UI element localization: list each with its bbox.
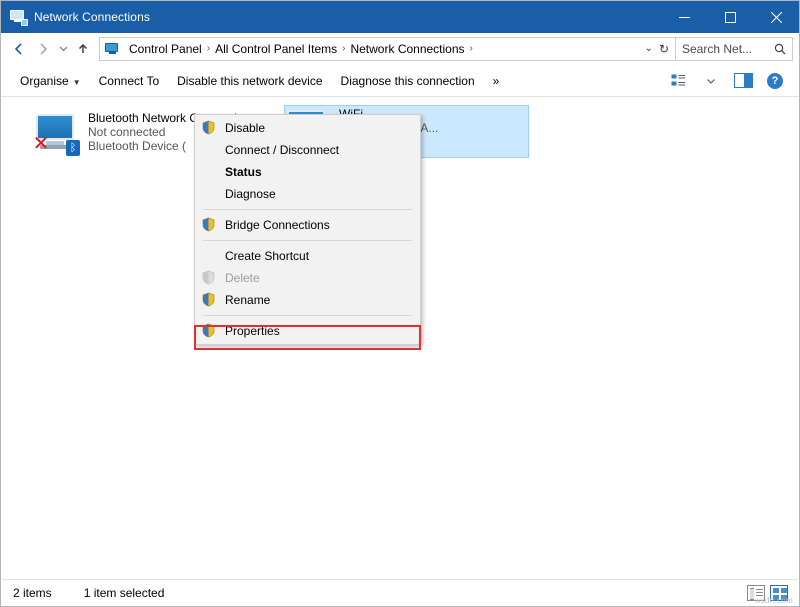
status-bar: 2 items 1 item selected [2,579,798,605]
network-connections-window: Network Connections [0,0,800,607]
context-menu-item-label: Status [225,165,262,179]
menu-separator [203,209,412,210]
breadcrumb-item-2[interactable]: Network Connections [346,42,468,56]
view-dropdown-icon[interactable] [697,70,725,92]
shield-icon [201,120,219,136]
help-label: ? [767,73,783,89]
network-connections-icon [10,9,26,25]
context-menu-item-bridge-connections[interactable]: Bridge Connections [195,214,420,236]
help-button[interactable]: ? [761,70,789,92]
shield-icon [201,270,219,286]
breadcrumb-item-0[interactable]: Control Panel [125,42,206,56]
menu-separator [203,315,412,316]
command-bar: Organise ▼ Connect To Disable this networ… [1,65,799,97]
preview-pane-icon[interactable] [729,70,757,92]
change-view-icon[interactable] [665,70,693,92]
back-button[interactable] [7,37,31,61]
context-menu: Disable Connect / Disconnect Status Diag… [194,114,421,345]
properties-highlight-box [194,325,421,350]
context-menu-item-label: Delete [225,271,260,285]
search-icon [774,43,786,55]
watermark: wsdn.com [755,596,793,605]
menu-separator [203,240,412,241]
title-bar: Network Connections [1,1,799,33]
organise-button[interactable]: Organise ▼ [11,69,90,93]
close-button[interactable] [753,1,799,33]
refresh-icon[interactable]: ↻ [659,42,675,56]
maximize-button[interactable] [707,1,753,33]
breadcrumb-separator-icon: › [469,43,474,54]
context-menu-item-label: Create Shortcut [225,249,309,263]
context-menu-item-label: Rename [225,293,270,307]
disable-network-device-button[interactable]: Disable this network device [168,69,331,93]
context-menu-item-label: Disable [225,121,265,135]
window-title: Network Connections [34,10,150,24]
breadcrumb-item-1[interactable]: All Control Panel Items [211,42,341,56]
forward-button[interactable] [31,37,55,61]
search-placeholder: Search Net... [682,42,752,56]
connect-to-button[interactable]: Connect To [90,69,169,93]
context-menu-item-rename[interactable]: Rename [195,289,420,311]
chevron-down-icon: ▼ [73,78,81,87]
diagnose-connection-button[interactable]: Diagnose this connection [332,69,484,93]
connections-list: ✕ ᛒ Bluetooth Network Connection Not con… [2,100,798,579]
command-bar-right: ? [665,70,799,92]
selection-label: 1 item selected [52,586,165,600]
context-menu-item-label: Bridge Connections [225,218,330,232]
more-commands-button[interactable]: » [484,69,509,93]
context-menu-item-delete: Delete [195,267,420,289]
context-menu-item-label: Connect / Disconnect [225,143,339,157]
bluetooth-badge-icon: ᛒ [66,140,80,156]
breadcrumb[interactable]: Control Panel › All Control Panel Items … [99,37,676,61]
context-menu-item-connect-disconnect[interactable]: Connect / Disconnect [195,139,420,161]
context-menu-item-status[interactable]: Status [195,161,420,183]
address-bar: Control Panel › All Control Panel Items … [1,33,799,65]
organise-label: Organise [20,74,69,88]
shield-icon [201,292,219,308]
context-menu-item-disable[interactable]: Disable [195,117,420,139]
bluetooth-network-icon: ✕ ᛒ [34,110,82,158]
recent-locations-button[interactable] [55,37,71,61]
disconnected-x-icon: ✕ [32,134,50,152]
context-menu-item-label: Diagnose [225,187,276,201]
search-input[interactable]: Search Net... [676,37,793,61]
context-menu-item-create-shortcut[interactable]: Create Shortcut [195,245,420,267]
window-controls [661,1,799,33]
item-count-label: 2 items [2,586,52,600]
context-menu-item-diagnose[interactable]: Diagnose [195,183,420,205]
minimize-button[interactable] [661,1,707,33]
breadcrumb-network-icon [103,41,121,57]
breadcrumb-dropdown-icon[interactable]: ⌄ [643,43,659,54]
up-button[interactable] [71,37,95,61]
shield-icon [201,217,219,233]
